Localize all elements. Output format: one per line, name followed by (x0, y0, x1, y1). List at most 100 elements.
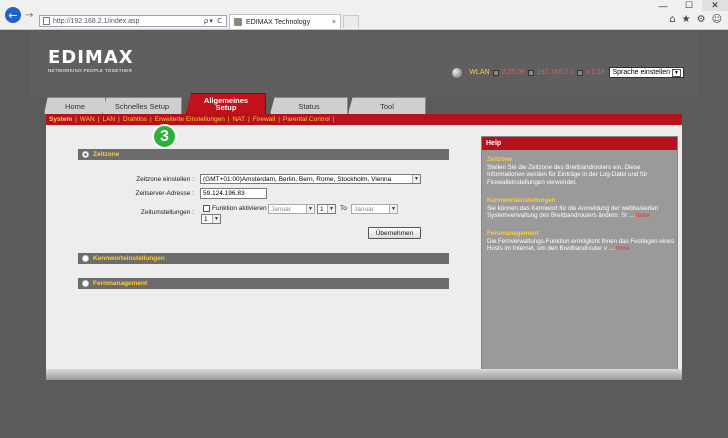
sub-nav: System | WAN | LAN | Drahtlos | Erweiterte E… (46, 114, 682, 125)
tab-status[interactable]: Status (270, 97, 348, 114)
tab-schnelles-setup[interactable]: Schnelles Setup (102, 97, 182, 114)
chevron-down-icon: ▼ (306, 205, 314, 213)
content-panel: Zeitzone Zeitzone einstellen : (GMT+01:0… (46, 125, 682, 377)
dst-to-month-select[interactable]: Januar ▼ (351, 204, 398, 214)
subnav-system[interactable]: System (49, 116, 72, 123)
gear-icon[interactable]: ⚙ (697, 14, 706, 25)
section-fernmanagement[interactable]: Fernmanagement (78, 278, 449, 289)
dst-from-month-select[interactable]: Januar ▼ (268, 204, 315, 214)
chevron-down-icon: ▼ (412, 175, 420, 183)
browser-tab[interactable]: EDIMAX Technology × (229, 14, 341, 29)
tab-label-line2: Setup (215, 103, 237, 112)
subnav-erweiterte-einstellungen[interactable]: Erweiterte Einstellungen (155, 116, 225, 123)
apply-button[interactable]: Übernehmen (368, 227, 421, 239)
timezone-select[interactable]: (GMT+01:00)Amsterdam, Berlin, Bern, Rome… (200, 174, 421, 184)
help-section-title: Kennworteinstellungen (487, 197, 556, 204)
page-icon (43, 17, 50, 25)
help-section-text: Die Fernverwaltungs-Funktion ermöglicht … (487, 237, 675, 253)
status-strip: WLAN 2.25.08 192.168.2.1 v.1.28 Sprache … (452, 67, 684, 78)
tab-allgemeines-setup[interactable]: Allgemeines Setup (186, 93, 266, 114)
dst-to-day-select[interactable]: 1 ▼ (201, 214, 221, 224)
section-radio-icon[interactable] (82, 255, 89, 262)
firmware-value: 2.25.08 (501, 69, 525, 76)
help-section-text: Sie können das Kennwort für die Anmeldun… (487, 204, 659, 220)
ip-value: 192.168.2.1 (536, 69, 574, 76)
browser-toolbar: ⌂ ★ ⚙ ☺ (669, 14, 722, 25)
help-section-title: Fernmanagement (487, 230, 539, 237)
browser-chrome: — ☐ ✕ ← → http://192.168.2.1/index.asp ρ… (0, 0, 728, 30)
chevron-down-icon: ▼ (327, 205, 335, 213)
to-day-value: 1 (204, 215, 208, 223)
help-section-zeitzone: Zeitzone Stellen Sie die Zeitzone des Br… (487, 156, 675, 186)
logo-text: EDIMAX (48, 47, 134, 68)
favicon-icon (234, 18, 242, 26)
help-section-text: Stellen Sie die Zeitzone des Breitbandro… (487, 163, 648, 186)
to-label: To (340, 205, 347, 212)
language-select[interactable]: Sprache einstellen ▼ (609, 67, 684, 78)
timeserver-input[interactable]: 59.124.196.83 (200, 188, 267, 199)
from-month-value: Januar (271, 205, 291, 213)
more-link[interactable]: more (616, 245, 630, 252)
section-title: Kennworteinstellungen (93, 255, 165, 262)
address-bar[interactable]: http://192.168.2.1/index.asp ρ▾ C (39, 15, 227, 27)
status-separator-icon (527, 69, 534, 76)
home-icon[interactable]: ⌂ (669, 14, 675, 25)
subnav-firewall[interactable]: Firewall (253, 116, 275, 123)
minimize-button[interactable]: — (650, 0, 676, 11)
timezone-label: Zeitzone einstellen : (136, 176, 194, 183)
forward-arrow-icon[interactable]: → (25, 10, 36, 21)
help-panel: Help Zeitzone Stellen Sie die Zeitzone d… (481, 136, 678, 374)
tab-tool[interactable]: Tool (348, 97, 426, 114)
status-separator-icon (576, 69, 583, 76)
star-icon[interactable]: ★ (682, 14, 691, 25)
router-header: EDIMAX NETWORKING PEOPLE TOGETHER WLAN 2… (30, 31, 698, 101)
dst-enable-label: Funktion aktivieren (212, 205, 267, 212)
step-badge: 3 (152, 124, 177, 149)
dst-enable-checkbox[interactable] (203, 205, 210, 212)
globe-icon (452, 67, 463, 78)
subnav-parental-control[interactable]: Parental Control (283, 116, 330, 123)
timeserver-label: Zeitserver-Adresse : (135, 190, 194, 197)
dst-from-day-select[interactable]: 1 ▼ (317, 204, 336, 214)
tab-close-icon[interactable]: × (332, 19, 336, 26)
content-footer (46, 369, 682, 380)
section-title: Fernmanagement (93, 280, 148, 287)
help-section-fernmanagement: Fernmanagement Die Fernverwaltungs-Funkt… (487, 230, 675, 253)
help-section-kennwort: Kennworteinstellungen Sie können das Ken… (487, 197, 675, 220)
chevron-down-icon: ▼ (389, 205, 397, 213)
language-value: Sprache einstellen (612, 69, 671, 76)
back-arrow-icon[interactable]: ← (5, 7, 21, 23)
new-tab-button[interactable] (343, 15, 359, 28)
help-title: Help (482, 137, 677, 150)
subnav-nat[interactable]: NAT (233, 116, 246, 123)
address-url[interactable]: http://192.168.2.1/index.asp (53, 18, 139, 25)
tab-title: EDIMAX Technology (246, 18, 311, 26)
wlan-label: WLAN (469, 69, 490, 76)
section-radio-icon[interactable] (82, 280, 89, 287)
section-kennworteinstellungen[interactable]: Kennworteinstellungen (78, 253, 449, 264)
subnav-drahtlos[interactable]: Drahtlos (123, 116, 147, 123)
logo-tagline: NETWORKING PEOPLE TOGETHER (48, 68, 133, 73)
to-month-value: Januar (354, 205, 374, 213)
chevron-down-icon: ▼ (212, 215, 220, 223)
help-section-title: Zeitzone (487, 156, 513, 163)
subnav-lan[interactable]: LAN (102, 116, 115, 123)
section-title: Zeitzone (93, 151, 120, 158)
dst-label: Zeitumstellungen : (140, 209, 194, 216)
timezone-value: (GMT+01:00)Amsterdam, Berlin, Bern, Rome… (203, 175, 392, 183)
tab-home[interactable]: Home (44, 97, 106, 114)
from-day-value: 1 (320, 205, 324, 213)
subnav-wan[interactable]: WAN (80, 116, 95, 123)
chevron-down-icon: ▼ (672, 68, 681, 77)
section-radio-icon[interactable] (82, 151, 89, 158)
search-refresh-icons[interactable]: ρ▾ C (204, 17, 223, 25)
edimax-logo: EDIMAX NETWORKING PEOPLE TOGETHER (48, 47, 134, 74)
maximize-button[interactable]: ☐ (676, 0, 702, 11)
close-window-button[interactable]: ✕ (702, 0, 728, 11)
version-value: v.1.28 (585, 69, 605, 76)
more-link[interactable]: more (636, 212, 650, 219)
smiley-icon[interactable]: ☺ (712, 14, 722, 25)
section-zeitzone[interactable]: Zeitzone (78, 149, 449, 160)
status-separator-icon (492, 69, 499, 76)
main-nav: Home Schnelles Setup Allgemeines Setup S… (30, 93, 698, 114)
